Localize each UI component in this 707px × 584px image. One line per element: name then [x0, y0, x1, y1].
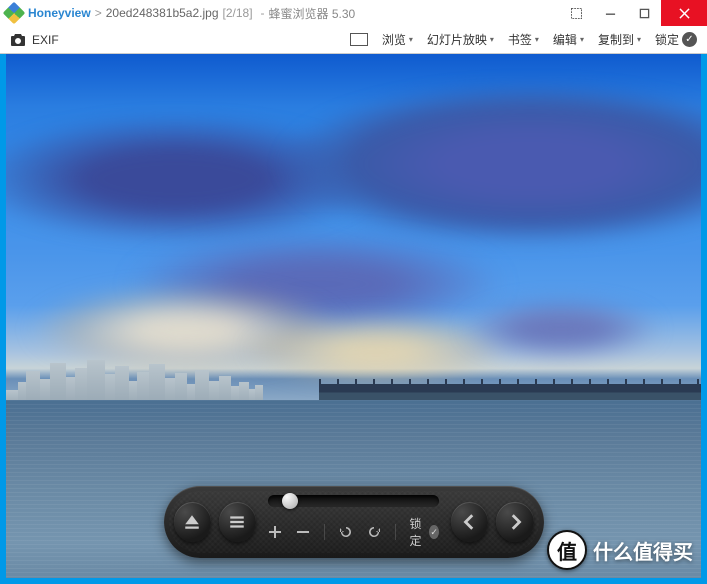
fullscreen-button[interactable] [559, 0, 593, 26]
redo-icon [367, 525, 381, 539]
menu-copyto-label: 复制到 [598, 31, 634, 48]
window-controls [559, 0, 707, 26]
chevron-left-icon [461, 513, 479, 531]
menu-edit[interactable]: 编辑▾ [547, 28, 590, 51]
menu-bookmark-label: 书签 [508, 31, 532, 48]
slider-knob[interactable] [282, 493, 298, 509]
zoom-in-button[interactable] [268, 525, 282, 539]
menu-slideshow[interactable]: 幻灯片放映▾ [421, 28, 500, 51]
menu-icon [228, 513, 246, 531]
lock-label: 锁定 [409, 515, 426, 549]
image-viewport[interactable]: 锁定 ✓ 值 什么值得买 [6, 54, 701, 578]
rotate-left-button[interactable] [339, 525, 353, 539]
menu-view-label: 浏览 [382, 31, 406, 48]
title-dash: - [261, 6, 265, 20]
divider [395, 524, 396, 540]
app-suffix: 蜂蜜浏览器 5.30 [269, 5, 356, 22]
undo-icon [339, 525, 353, 539]
watermark: 值 什么值得买 [547, 528, 693, 572]
prev-button[interactable] [451, 502, 488, 542]
player-controls: 锁定 ✓ [164, 486, 544, 558]
menu-lock-label: 锁定 [655, 31, 679, 48]
plus-icon [268, 525, 282, 539]
eject-icon [183, 513, 201, 531]
file-name: 20ed248381b5a2.jpg [106, 6, 219, 20]
menu-button[interactable] [219, 502, 256, 542]
rotate-right-button[interactable] [367, 525, 381, 539]
menu-view[interactable]: 浏览▾ [376, 28, 419, 51]
minus-icon [296, 525, 310, 539]
chevron-down-icon: ▾ [409, 35, 413, 44]
menu-edit-label: 编辑 [553, 31, 577, 48]
check-circle-icon: ✓ [682, 32, 697, 47]
minimize-button[interactable] [593, 0, 627, 26]
watermark-text: 什么值得买 [593, 536, 693, 565]
chevron-down-icon: ▾ [535, 35, 539, 44]
app-name: Honeyview [28, 6, 91, 20]
chevron-down-icon: ▾ [637, 35, 641, 44]
menu-bookmark[interactable]: 书签▾ [502, 28, 545, 51]
chevron-down-icon: ▾ [580, 35, 584, 44]
divider [324, 524, 325, 540]
menu-lock[interactable]: 锁定 ✓ [649, 28, 703, 51]
chevron-down-icon: ▾ [490, 35, 494, 44]
progress-slider[interactable] [268, 495, 439, 507]
check-circle-icon: ✓ [429, 525, 439, 539]
lock-toggle[interactable]: 锁定 ✓ [409, 515, 439, 549]
exif-button[interactable]: EXIF [4, 33, 59, 47]
menu-copyto[interactable]: 复制到▾ [592, 28, 647, 51]
breadcrumb-sep: > [95, 6, 102, 20]
exif-label: EXIF [32, 33, 59, 47]
zoom-out-button[interactable] [296, 525, 310, 539]
menu-slideshow-label: 幻灯片放映 [427, 31, 487, 48]
app-logo-icon [6, 5, 22, 21]
close-button[interactable] [661, 0, 707, 26]
fit-icon [350, 33, 368, 46]
toolbar: EXIF 浏览▾ 幻灯片放映▾ 书签▾ 编辑▾ 复制到▾ 锁定 ✓ [0, 26, 707, 54]
chevron-right-icon [506, 513, 524, 531]
fit-mode-button[interactable] [344, 30, 374, 49]
camera-icon [10, 33, 26, 47]
eject-button[interactable] [174, 502, 211, 542]
title-bar: Honeyview > 20ed248381b5a2.jpg [2/18] - … [0, 0, 707, 26]
file-index: [2/18] [223, 6, 253, 20]
watermark-badge: 值 [547, 530, 587, 570]
next-button[interactable] [496, 502, 533, 542]
maximize-button[interactable] [627, 0, 661, 26]
